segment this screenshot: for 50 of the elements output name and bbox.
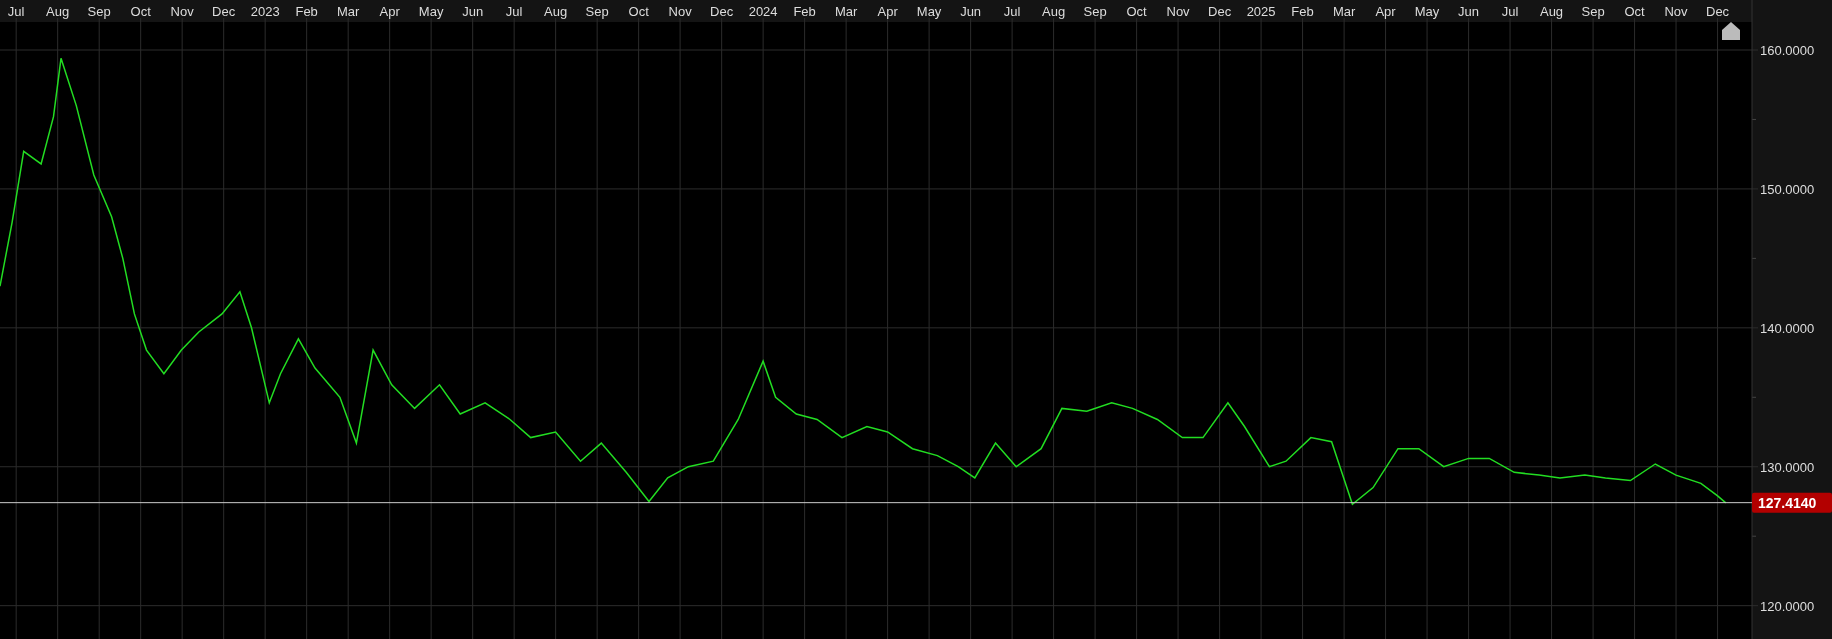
month-label: Apr: [1375, 4, 1396, 19]
month-label: Aug: [544, 4, 568, 19]
month-label: Mar: [337, 4, 360, 19]
month-label: Mar: [1332, 4, 1356, 19]
month-label: Sep: [1083, 4, 1107, 19]
month-label: Feb: [793, 4, 816, 19]
month-label: May: [418, 4, 444, 19]
month-label: May: [916, 4, 942, 19]
month-label: Jun: [960, 4, 982, 19]
month-label: Oct: [130, 4, 151, 19]
month-label: Aug: [1540, 4, 1564, 19]
month-label: 2023: [250, 4, 280, 19]
month-label: Apr: [877, 4, 898, 19]
month-label: Jun: [462, 4, 484, 19]
month-label: Dec: [710, 4, 734, 19]
ref-line-label: 127.4140: [1758, 494, 1817, 511]
month-label: 2024: [748, 4, 778, 19]
month-label: May: [1414, 4, 1440, 19]
month-label: Dec: [1706, 4, 1730, 19]
month-label: Jul: [1003, 4, 1021, 19]
month-label: Dec: [1208, 4, 1232, 19]
month-label: Feb: [1291, 4, 1314, 19]
month-label: Apr: [379, 4, 400, 19]
home-icon[interactable]: [1722, 22, 1740, 40]
month-label: Jul: [7, 4, 25, 19]
month-label: 2025: [1246, 4, 1276, 19]
month-label: Sep: [1581, 4, 1605, 19]
month-label: Nov: [1166, 4, 1190, 19]
price-label: 150.0000: [1760, 181, 1815, 197]
month-label: Nov: [170, 4, 194, 19]
price-label: 160.0000: [1760, 43, 1815, 58]
month-label: Aug: [46, 4, 70, 19]
month-label: Mar: [834, 4, 858, 19]
month-label: Oct: [1126, 4, 1147, 19]
month-label: Nov: [668, 4, 692, 19]
month-label: Jul: [1501, 4, 1519, 19]
month-label: Aug: [1042, 4, 1066, 19]
month-label: Oct: [1624, 4, 1645, 19]
month-label: Nov: [1664, 4, 1688, 19]
month-label: Feb: [295, 4, 318, 19]
month-label: Sep: [87, 4, 111, 19]
month-label: Oct: [628, 4, 649, 19]
current-price-tag: 127.4140: [1752, 492, 1832, 513]
price-label: 130.0000: [1760, 459, 1815, 475]
month-label: Dec: [212, 4, 236, 19]
price-label: 140.0000: [1760, 320, 1815, 336]
month-label: Jul: [505, 4, 523, 19]
price-label: 120.0000: [1760, 598, 1815, 614]
month-label: Jun: [1458, 4, 1480, 19]
month-label: Sep: [585, 4, 609, 19]
